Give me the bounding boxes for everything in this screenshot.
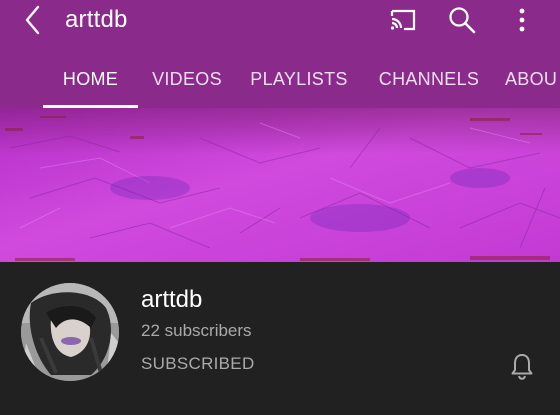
tab-videos[interactable]: VIDEOS: [148, 52, 226, 108]
tab-playlists[interactable]: PLAYLISTS: [243, 52, 355, 108]
subscribed-button[interactable]: SUBSCRIBED: [141, 352, 255, 376]
avatar-artwork: [21, 283, 119, 381]
search-button[interactable]: [444, 2, 480, 38]
tab-home[interactable]: HOME: [43, 52, 138, 108]
channel-banner: [0, 108, 560, 262]
notifications-button[interactable]: [504, 348, 540, 384]
cast-button[interactable]: [385, 2, 421, 38]
channel-name: arttdb: [141, 286, 203, 313]
tab-channels[interactable]: CHANNELS: [372, 52, 486, 108]
cast-icon: [390, 9, 416, 31]
channel-info: arttdb 22 subscribers SUBSCRIBED: [0, 262, 560, 415]
more-options-button[interactable]: [504, 2, 540, 38]
back-button[interactable]: [14, 2, 50, 38]
app-header: arttdb HOME VIDEOS PLAYLISTS CHANNELS AB…: [0, 0, 560, 108]
page-title: arttdb: [65, 6, 128, 33]
subscriber-count: 22 subscribers: [141, 321, 252, 340]
channel-tabs: HOME VIDEOS PLAYLISTS CHANNELS ABOU: [0, 52, 560, 108]
back-arrow-icon: [25, 5, 40, 35]
youtube-channel-page: arttdb HOME VIDEOS PLAYLISTS CHANNELS AB…: [0, 0, 560, 415]
tab-about[interactable]: ABOU: [505, 52, 560, 108]
top-app-bar: arttdb: [0, 0, 560, 44]
bell-icon: [511, 354, 533, 380]
search-icon: [449, 7, 476, 34]
channel-avatar[interactable]: [21, 283, 119, 381]
more-vert-icon: [519, 8, 525, 32]
banner-texture: [0, 108, 560, 262]
